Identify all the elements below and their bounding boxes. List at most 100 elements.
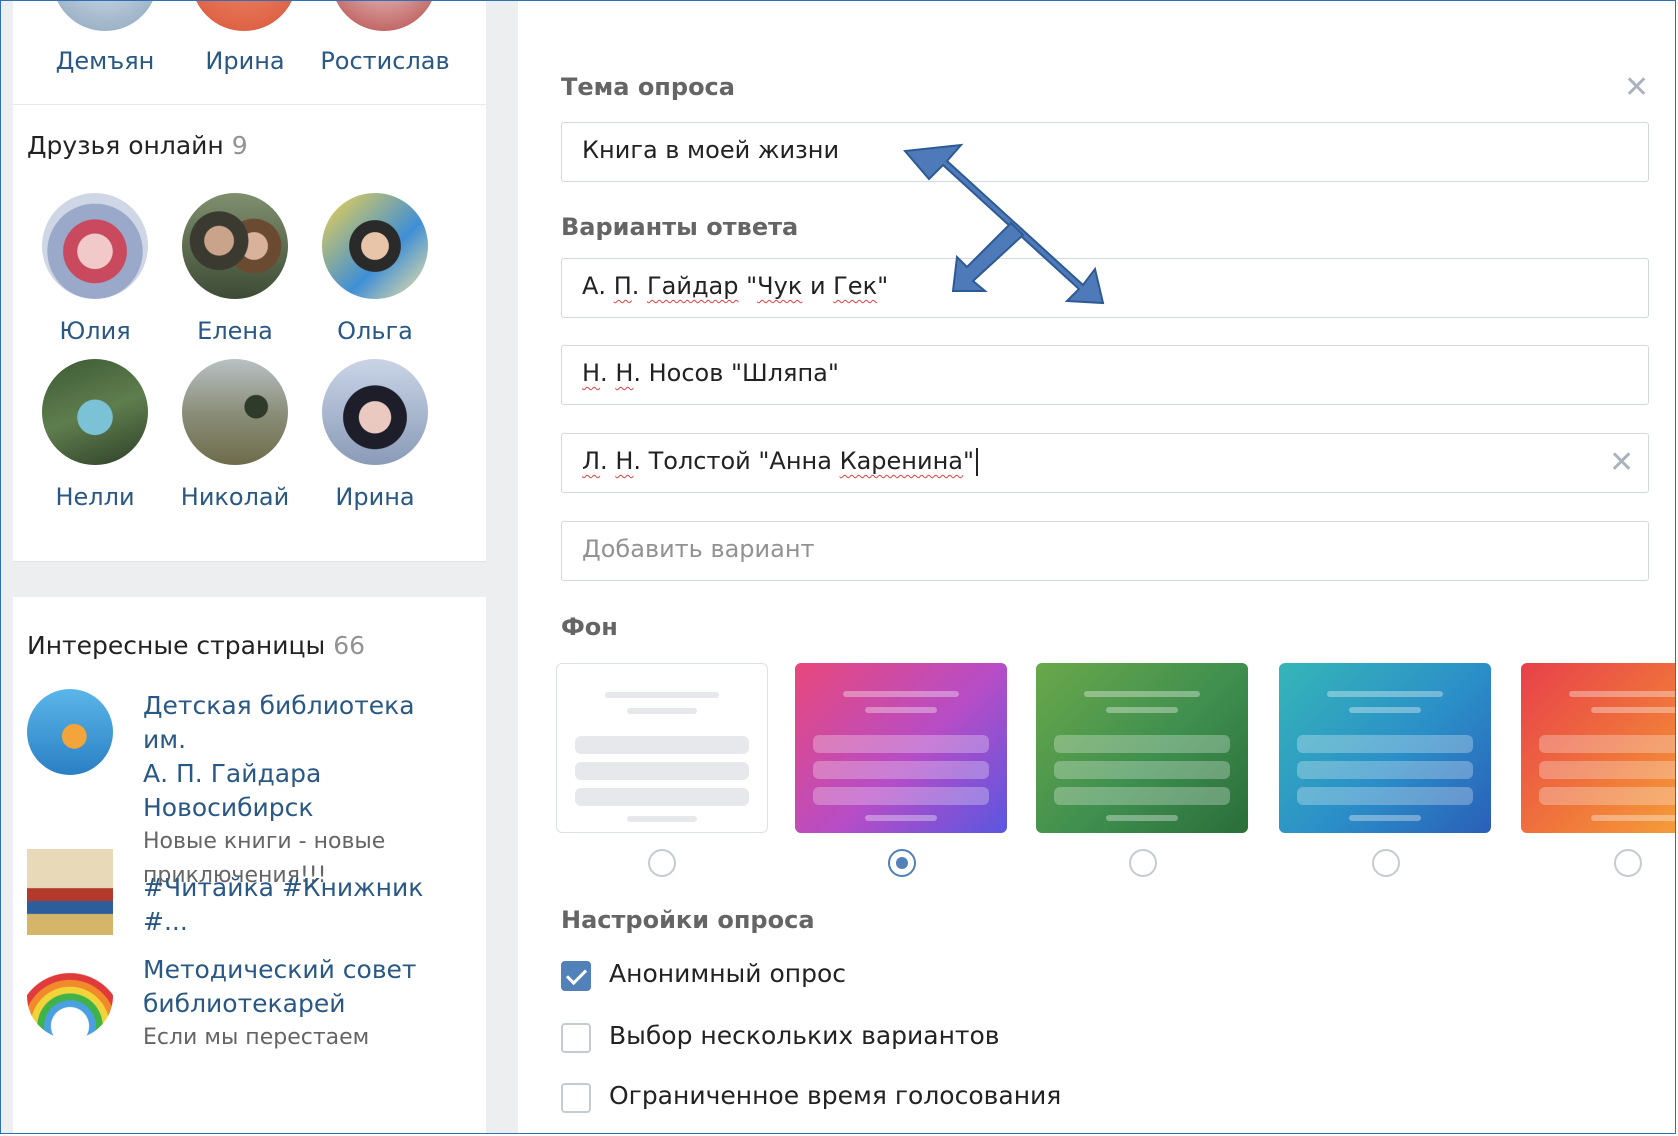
friend-name: Юлия xyxy=(59,317,131,345)
avatar xyxy=(182,359,288,465)
spellcheck-word: П xyxy=(613,272,632,300)
tile-bar xyxy=(575,762,749,780)
tile-line xyxy=(627,816,697,822)
option-input-1[interactable]: А. П. Гайдар "Чук и Гек" xyxy=(561,258,1649,318)
screenshot-frame: Демъян Ирина Ростислав Друзья онлайн 9 Юл… xyxy=(0,0,1676,1134)
rainbow-icon xyxy=(27,953,113,1039)
interesting-pages-title[interactable]: Интересные страницы 66 xyxy=(27,631,365,660)
text-caret xyxy=(976,448,979,476)
background-radio-white[interactable] xyxy=(648,849,676,877)
tile-line xyxy=(865,815,937,821)
background-radio-green[interactable] xyxy=(1129,849,1157,877)
page-item[interactable]: Методический совет библиотекарей Если мы… xyxy=(27,953,467,1103)
friend-name[interactable]: Ростислав xyxy=(310,47,460,75)
background-option-teal-blue[interactable] xyxy=(1279,663,1491,833)
friend-item[interactable]: Ирина xyxy=(300,359,450,511)
add-option-placeholder: Добавить вариант xyxy=(582,535,815,563)
tile-bar xyxy=(1054,735,1230,753)
tile-bar xyxy=(813,735,989,753)
topic-input[interactable]: Книга в моей жизни xyxy=(561,122,1649,182)
text-fragment: " xyxy=(738,272,758,300)
close-icon[interactable]: ✕ xyxy=(1624,73,1649,103)
avatar xyxy=(182,193,288,299)
friend-item[interactable]: Юлия xyxy=(20,193,170,345)
interesting-pages-card: Интересные страницы 66 Детская библиотека… xyxy=(13,597,486,1133)
text-fragment: . Толстой "Анна xyxy=(633,447,840,475)
text-fragment: " xyxy=(877,272,889,300)
tile-bar xyxy=(575,736,749,754)
spellcheck-word: Л xyxy=(582,447,601,475)
friend-name[interactable]: Ирина xyxy=(170,47,320,75)
tile-line xyxy=(1327,691,1443,697)
spellcheck-word: Н xyxy=(615,447,634,475)
page-name[interactable]: А. П. Гайдара xyxy=(143,757,463,791)
text-fragment: . Носов "Шляпа" xyxy=(633,359,839,387)
tile-bar xyxy=(1297,787,1473,805)
tile-line xyxy=(843,691,959,697)
book-icon xyxy=(27,849,113,935)
option-text: Л. Н. Толстой "Анна Каренина" xyxy=(582,447,979,476)
spellcheck-word: Чук xyxy=(757,272,803,300)
tile-line xyxy=(627,708,697,714)
tile-bar xyxy=(1539,761,1675,779)
page-item[interactable]: #Читайка #Книжник #... xyxy=(27,849,467,936)
background-option-pink-purple[interactable] xyxy=(795,663,1007,833)
add-option-input[interactable]: Добавить вариант xyxy=(561,521,1649,581)
tile-bar xyxy=(1297,761,1473,779)
divider xyxy=(13,104,486,105)
avatar xyxy=(322,359,428,465)
page-text: Методический совет библиотекарей Если мы… xyxy=(143,953,463,1055)
avatar[interactable] xyxy=(191,1,297,31)
remove-option-icon[interactable]: ✕ xyxy=(1609,448,1634,478)
friend-item[interactable]: Елена xyxy=(160,193,310,345)
tile-line xyxy=(1349,707,1421,713)
checkbox-checked[interactable] xyxy=(561,961,591,991)
checkbox[interactable] xyxy=(561,1083,591,1113)
page-description: Если мы перестаем xyxy=(143,1025,370,1050)
spellcheck-word: Гайдар xyxy=(647,272,739,300)
tile-bar xyxy=(1054,787,1230,805)
spellcheck-word: Каренина xyxy=(839,447,963,475)
page-name[interactable]: Детская библиотека им. xyxy=(143,689,463,757)
options-label: Варианты ответа xyxy=(561,213,799,241)
topic-label: Тема опроса xyxy=(561,73,735,101)
avatar xyxy=(42,193,148,299)
friend-name[interactable]: Демъян xyxy=(30,47,180,75)
tile-line xyxy=(1106,707,1178,713)
friends-online-title[interactable]: Друзья онлайн 9 xyxy=(27,131,248,160)
tile-bar xyxy=(813,787,989,805)
setting-label: Ограниченное время голосования xyxy=(609,1081,1062,1110)
page-name[interactable]: #Читайка #Книжник #... xyxy=(143,871,463,939)
background-radio-teal-blue[interactable] xyxy=(1372,849,1400,877)
background-radio-pink-purple[interactable] xyxy=(888,849,916,877)
friend-item[interactable]: Ольга xyxy=(300,193,450,345)
avatar xyxy=(42,359,148,465)
tile-line xyxy=(1569,691,1675,697)
friend-item[interactable]: Николай xyxy=(160,359,310,511)
tile-line xyxy=(1084,691,1200,697)
friend-name: Ирина xyxy=(335,483,415,511)
spellcheck-word: Н xyxy=(615,359,634,387)
avatar[interactable] xyxy=(331,1,437,31)
page-avatar xyxy=(27,689,113,775)
avatar[interactable] xyxy=(52,1,158,31)
checkbox[interactable] xyxy=(561,1023,591,1053)
page-name[interactable]: Новосибирск xyxy=(143,791,463,825)
section-title-text: Интересные страницы xyxy=(27,631,326,660)
background-option-white[interactable] xyxy=(556,663,768,833)
background-radio-red-orange[interactable] xyxy=(1614,849,1642,877)
option-text: Н. Н. Носов "Шляпа" xyxy=(582,359,839,387)
friends-online-count: 9 xyxy=(231,131,248,160)
text-fragment: . xyxy=(600,359,616,387)
friend-item[interactable]: Нелли xyxy=(20,359,170,511)
page-name[interactable]: библиотекарей xyxy=(143,987,463,1021)
option-input-2[interactable]: Н. Н. Носов "Шляпа" xyxy=(561,345,1649,405)
tile-bar xyxy=(1297,735,1473,753)
background-option-red-orange[interactable] xyxy=(1521,663,1675,833)
text-fragment: . xyxy=(631,272,647,300)
background-option-green[interactable] xyxy=(1036,663,1248,833)
tile-bar xyxy=(1054,761,1230,779)
friends-card: Демъян Ирина Ростислав Друзья онлайн 9 Юл… xyxy=(13,1,486,562)
page-name[interactable]: Методический совет xyxy=(143,953,463,987)
option-input-3[interactable]: Л. Н. Толстой "Анна Каренина" ✕ xyxy=(561,433,1649,493)
